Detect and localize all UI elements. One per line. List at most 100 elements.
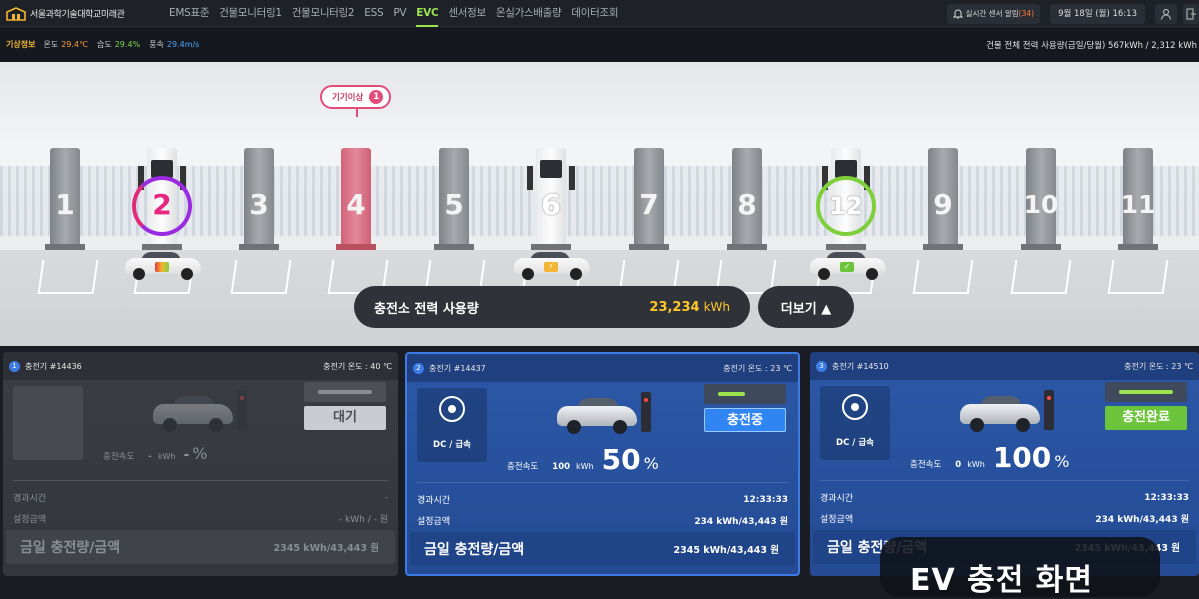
nav-item-ghg-emissions[interactable]: 온실가스배출량 [496, 0, 562, 27]
panel-details: 경과시간 12:33:33 설정금액 234 kWh/43,443 원 [820, 480, 1189, 528]
car-icon [960, 396, 1040, 432]
user-button[interactable] [1155, 3, 1177, 24]
panel-header: 2 충전기 #14437 충전기 온도 : 23 ℃ [407, 354, 798, 382]
charger-number: 3 [249, 188, 269, 221]
connector-type: DC / 급속 [820, 386, 890, 460]
nav-item-data-query[interactable]: 데이터조회 [571, 0, 618, 27]
panel-details: 경과시간 12:33:33 설정금액 234 kWh/43,443 원 [417, 482, 788, 530]
device-error-alert[interactable]: 기기이상 1 [320, 85, 392, 109]
charger-status: 충전완료 [1105, 382, 1187, 430]
temperature-label: 온도 [43, 40, 59, 49]
alert-count-badge: 1 [369, 90, 384, 104]
nav-item-evc[interactable]: EVC [416, 0, 439, 27]
progress-bar [704, 384, 786, 404]
nav-item-building-monitoring-2[interactable]: 건물모니터링2 [292, 0, 355, 27]
elapsed-value: - [384, 492, 388, 503]
progress-bar [1105, 382, 1187, 402]
wind-label: 풍속 [149, 40, 164, 49]
charger-3[interactable]: 3 [235, 148, 283, 250]
charger-1[interactable]: 1 [41, 148, 89, 250]
alert-pointer [356, 109, 358, 117]
usage-value: 23,234 [649, 299, 700, 315]
parking-bay [1107, 260, 1169, 294]
nav-item-ems[interactable]: EMS표준 [169, 0, 209, 27]
charger-10[interactable]: 10 [1017, 148, 1065, 250]
panel-index-badge: 2 [413, 362, 424, 374]
charger-6[interactable]: 6 [527, 148, 575, 250]
charger-pole-icon [237, 390, 247, 430]
charger-number: 7 [639, 188, 659, 221]
charger-9[interactable]: 9 [919, 148, 967, 250]
charger-name: 충전기 #14436 [25, 361, 82, 371]
charging-speed: 충전속도 0 kWh 100 % [910, 444, 1069, 472]
today-total: 금일 충전량/금액 2345 kWh/43,443 원 [410, 532, 795, 566]
charger-8[interactable]: 8 [723, 148, 771, 250]
battery-level-icon [155, 262, 169, 272]
nav-item-building-monitoring-1[interactable]: 건물모니터링1 [219, 0, 282, 27]
weather-label: 기상정보 [6, 40, 36, 49]
parking-bay [230, 260, 292, 294]
set-amount-label: 설정금액 [820, 515, 854, 525]
car-icon [153, 396, 233, 432]
today-total-value: 2345 kWh/43,443 원 [273, 543, 379, 554]
charger-number: 2 [152, 188, 172, 221]
status-badge: 대기 [304, 406, 386, 430]
progress-bar [304, 382, 386, 402]
check-icon: ✓ [840, 262, 854, 272]
main-nav: EMS표준 건물모니터링1 건물모니터링2 ESS PV EVC 센서정보 온실… [169, 0, 628, 27]
building-power-usage: 건물 전체 전력 사용량(금일/당월) 567kWh / 2,312 kWh [986, 40, 1197, 51]
speed-value: 0 [955, 460, 962, 470]
charger-12[interactable]: 12 [816, 148, 876, 250]
parking-bay [912, 260, 974, 294]
logout-button[interactable] [1183, 3, 1199, 24]
charger-panel-14437[interactable]: 2 충전기 #14437 충전기 온도 : 23 ℃ DC / 급속 충전속도 … [405, 352, 800, 576]
panel-header: 3 충전기 #14510 충전기 온도 : 23 ℃ [810, 352, 1199, 380]
set-amount-label: 설정금액 [13, 515, 47, 525]
set-amount-label: 설정금액 [417, 517, 451, 527]
percent-unit: % [1054, 452, 1070, 471]
usage-label: 충전소 전력 사용량 [374, 301, 479, 317]
usage-unit: kWh [703, 300, 730, 314]
connector-type: DC / 급속 [417, 388, 487, 462]
alarm-count: (34) [1018, 9, 1035, 18]
parked-car-6[interactable]: ⚡ [514, 252, 590, 280]
charger-name: 충전기 #14510 [832, 361, 889, 371]
car-icon [557, 398, 637, 434]
nav-item-pv[interactable]: PV [393, 0, 406, 27]
speed-unit: kWh [967, 460, 985, 469]
elapsed-label: 경과시간 [820, 494, 854, 504]
today-total-label: 금일 충전량/금액 [424, 542, 525, 558]
speed-unit: kWh [157, 452, 176, 461]
charger-2[interactable]: 2 [132, 148, 192, 250]
weather-info-bar: 기상정보 온도 29.4℃ 습도 29.4% 풍속 29.4m/s 건물 전체 … [0, 28, 1199, 61]
nav-item-sensor-info[interactable]: 센서정보 [448, 0, 486, 27]
charger-number: 5 [444, 188, 464, 221]
screen-caption-overlay: EV 충전 화면 [880, 537, 1160, 598]
speed-value: 100 [552, 462, 571, 472]
logo[interactable]: 서울과학기술대학교미래관 [6, 6, 156, 21]
parked-car-12[interactable]: ✓ [810, 252, 886, 280]
charger-number: 1 [55, 188, 75, 221]
charger-4[interactable]: 4 [332, 148, 380, 250]
speed-label: 충전속도 [103, 452, 135, 462]
today-total-value: 2345 kWh/43,443 원 [673, 545, 779, 556]
charger-7[interactable]: 7 [625, 148, 673, 250]
realtime-alarm-button[interactable]: 실시간 센서 알림 (34) [946, 3, 1041, 24]
parked-car-2[interactable] [125, 252, 201, 280]
charging-station-scene: 1 2 3 4 5 6 7 8 12 9 10 11 ⚡ ✓ 기기이상 1 충전… [0, 62, 1199, 346]
percent-unit: % [192, 444, 208, 463]
charger-status: 대기 [304, 382, 386, 430]
humidity-label: 습도 [96, 40, 112, 49]
charger-panel-14436[interactable]: 1 충전기 #14436 충전기 온도 : 40 ℃ 충전속도 - kWh - … [3, 352, 398, 576]
nav-item-ess[interactable]: ESS [364, 0, 383, 27]
charger-status: 충전중 [704, 384, 786, 432]
more-button[interactable]: 더보기 ▲ [758, 286, 854, 328]
station-power-usage: 충전소 전력 사용량 23,234 kWh [354, 286, 750, 328]
charger-5[interactable]: 5 [430, 148, 478, 250]
dc-plug-icon [439, 396, 465, 422]
charger-11[interactable]: 11 [1114, 148, 1162, 250]
charger-name: 충전기 #14437 [429, 363, 486, 373]
user-icon [1160, 8, 1172, 20]
charger-number: 12 [829, 192, 863, 220]
alert-label: 기기이상 [332, 93, 364, 103]
